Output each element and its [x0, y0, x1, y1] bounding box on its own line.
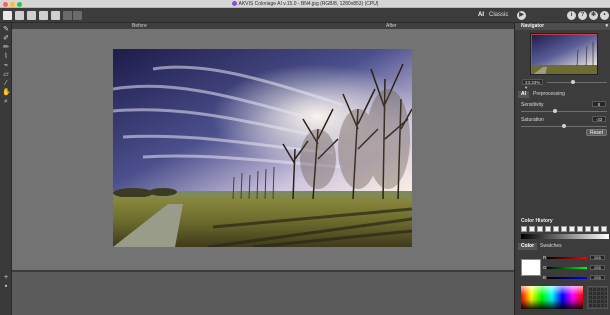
history-swatch[interactable]: [569, 226, 575, 232]
saturation-input[interactable]: -33: [592, 116, 606, 122]
history-swatch[interactable]: [585, 226, 591, 232]
add-icon[interactable]: +: [2, 274, 10, 281]
color-history-header: Color History: [515, 218, 610, 225]
zoom-slider-handle[interactable]: [571, 80, 575, 84]
saturation-label: Saturation: [521, 117, 544, 123]
sensitivity-label: Sensitivity: [521, 102, 544, 108]
print-icon[interactable]: [39, 11, 48, 20]
main-toolbar: AI Classic ▶ i ? ✻ •: [0, 8, 610, 23]
history-swatch[interactable]: [521, 226, 527, 232]
home-icon[interactable]: [3, 11, 12, 20]
brush-icon[interactable]: ✐: [2, 35, 10, 42]
settings-tabs: AI Preprocessing: [518, 91, 608, 98]
green-slider[interactable]: [547, 267, 587, 269]
tab-swatches[interactable]: Swatches: [537, 243, 565, 250]
app-logo-icon: [231, 1, 237, 6]
grayscale-strip[interactable]: [521, 234, 609, 239]
window-title: AKVIS Coloriage AI v.15.0 - BN4.jpg (RGB…: [0, 1, 610, 7]
info-icon[interactable]: i: [567, 11, 576, 20]
help-icon[interactable]: ?: [578, 11, 587, 20]
color-picker-icon[interactable]: ⁄: [2, 80, 10, 87]
pencil-icon[interactable]: ✎: [2, 26, 10, 33]
save-file-icon[interactable]: [27, 11, 36, 20]
color-brush-icon[interactable]: ✏: [2, 44, 10, 51]
spectrum-highlight: [521, 286, 583, 295]
classic-mode-button[interactable]: Classic: [489, 12, 508, 18]
zoom-slider-track[interactable]: [547, 82, 607, 83]
blue-input[interactable]: 255: [590, 275, 605, 280]
bottom-panel: [12, 270, 514, 315]
zoom-level-dropdown[interactable]: 23.33% ▾: [522, 79, 543, 90]
open-file-icon[interactable]: [15, 11, 24, 20]
history-swatch[interactable]: [593, 226, 599, 232]
tab-ai[interactable]: AI: [518, 91, 529, 98]
delete-icon[interactable]: ▪: [2, 283, 10, 290]
ai-mode-button[interactable]: AI: [478, 12, 484, 18]
sensitivity-slider-track[interactable]: [521, 111, 607, 112]
navigator-header: Navigator ▾: [515, 23, 610, 30]
share-icon[interactable]: [51, 11, 60, 20]
navigator-thumbnail[interactable]: [530, 33, 598, 75]
saturation-slider-handle[interactable]: [562, 124, 566, 128]
current-color-swatch[interactable]: [521, 259, 541, 276]
green-label: G: [543, 265, 547, 270]
history-swatch[interactable]: [601, 226, 607, 232]
tools-panel: ✎ ✐ ✏ ⌇ ⌁ ▱ ⁄ ✋ ⌕ + ▪: [0, 23, 12, 315]
history-swatch[interactable]: [561, 226, 567, 232]
red-input[interactable]: 255: [590, 255, 605, 260]
red-slider[interactable]: [547, 257, 587, 259]
tab-color[interactable]: Color: [518, 243, 538, 250]
redo-icon[interactable]: [73, 11, 82, 20]
notifications-icon[interactable]: •: [600, 11, 609, 20]
sensitivity-input[interactable]: 8: [592, 101, 606, 107]
tab-preprocessing[interactable]: Preprocessing: [530, 91, 568, 98]
settings-gear-icon[interactable]: ✻: [589, 11, 598, 20]
sensitivity-slider-handle[interactable]: [553, 109, 558, 113]
run-icon[interactable]: ▶: [517, 11, 526, 20]
right-panel: Navigator ▾ 23.33% ▾ AI Preprocessing Se…: [514, 23, 610, 315]
zoom-icon[interactable]: ⌕: [2, 98, 10, 105]
eyedropper-icon[interactable]: ⌁: [2, 62, 10, 69]
reset-button[interactable]: Reset: [586, 129, 607, 136]
image-canvas[interactable]: [12, 29, 514, 270]
magic-tube-icon[interactable]: ⌇: [2, 53, 10, 60]
color-tabs: Color Swatches: [518, 243, 608, 250]
color-grid-preview[interactable]: [587, 286, 608, 309]
history-swatch[interactable]: [529, 226, 535, 232]
blue-slider[interactable]: [547, 277, 587, 279]
history-swatch[interactable]: [577, 226, 583, 232]
blue-label: B: [543, 275, 547, 280]
hand-icon[interactable]: ✋: [2, 89, 11, 96]
eraser-icon[interactable]: ▱: [2, 71, 10, 78]
green-input[interactable]: 255: [590, 265, 605, 270]
collapse-icon[interactable]: ▾: [605, 23, 608, 30]
window-titlebar: AKVIS Coloriage AI v.15.0 - BN4.jpg (RGB…: [0, 0, 610, 8]
red-label: R: [543, 255, 547, 260]
history-swatch[interactable]: [545, 226, 551, 232]
history-swatch[interactable]: [553, 226, 559, 232]
history-swatch[interactable]: [537, 226, 543, 232]
undo-icon[interactable]: [63, 11, 72, 20]
landscape-photo: [113, 49, 412, 247]
